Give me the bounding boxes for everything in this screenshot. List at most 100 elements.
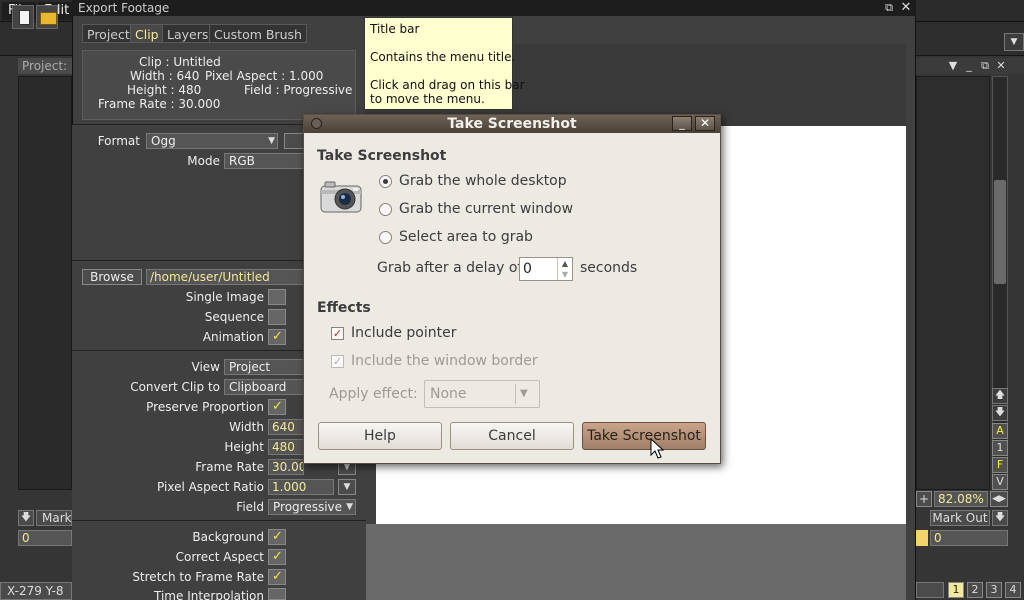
preview-footer [366, 524, 906, 600]
option-select-area-label[interactable]: Select area to grab [399, 228, 533, 246]
close-icon[interactable]: ✕ [695, 116, 715, 131]
tab-layers[interactable]: Layers [162, 24, 214, 43]
restore-icon[interactable]: ⧉ [978, 58, 992, 74]
height-field[interactable]: 480 [268, 439, 304, 455]
chevron-down-icon[interactable]: ▼ [946, 58, 960, 74]
open-folder-icon[interactable] [36, 5, 58, 29]
option-whole-desktop-label[interactable]: Grab the whole desktop [399, 172, 567, 190]
take-screenshot-dialog [303, 114, 721, 464]
pixel-aspect-chevron-down-icon[interactable]: ▼ [338, 479, 356, 495]
toolbar-dropdown-chevron-down-icon[interactable]: ▼ [1004, 33, 1024, 51]
width-field[interactable]: 640 [268, 419, 304, 435]
tooltip-text: Click and drag on this bar [370, 78, 525, 92]
page-3-button[interactable]: 3 [986, 582, 1002, 598]
zoom-in-icon[interactable]: + [916, 491, 932, 507]
pixel-aspect-ratio-field[interactable]: 1.000 [268, 479, 334, 495]
close-icon[interactable]: ✕ [994, 58, 1008, 74]
mark-in-field[interactable]: 0 [18, 530, 72, 546]
include-pointer-label[interactable]: Include pointer [351, 324, 457, 342]
mode-value: RGB [229, 154, 255, 168]
single-image-checkbox[interactable] [268, 289, 286, 305]
frame-rate-field[interactable]: 30.000 [268, 459, 304, 475]
background-label: Background [192, 530, 264, 544]
time-interpolation-checkbox[interactable] [268, 588, 286, 600]
close-icon[interactable]: ✕ [899, 1, 913, 15]
radio-select-area[interactable] [379, 231, 392, 244]
mode-select[interactable]: RGB [224, 153, 304, 169]
apply-effect-value: None [430, 386, 467, 402]
channel-v-button[interactable]: V [992, 474, 1008, 490]
tooltip: Title bar Contains the menu title. Click… [364, 17, 525, 110]
format-label: Format [97, 134, 140, 148]
restore-icon[interactable]: ⧉ [882, 1, 896, 15]
tab-custom-brush[interactable]: Custom Brush [209, 24, 307, 43]
export-footage-titlebar[interactable] [72, 0, 916, 16]
zoom-level-field[interactable]: 82.08% [934, 491, 988, 507]
channel-1-button[interactable]: 1 [992, 440, 1008, 456]
new-document-icon[interactable] [12, 5, 34, 29]
tab-project[interactable]: Project [82, 24, 135, 43]
stretch-frame-rate-checkbox[interactable] [268, 569, 286, 585]
channel-a-button[interactable]: A [992, 423, 1008, 439]
correct-aspect-label: Correct Aspect [175, 550, 264, 564]
right-panel-content[interactable] [916, 76, 990, 490]
mark-out-field[interactable]: 0 [930, 530, 1008, 546]
view-label: View [191, 360, 220, 374]
pixel-aspect-ratio-label: Pixel Aspect Ratio [157, 480, 264, 494]
tab-clip[interactable]: Clip [130, 24, 164, 43]
minimize-icon[interactable]: _ [672, 116, 692, 131]
chevron-down-icon: ▼ [268, 136, 275, 146]
page-2-button[interactable]: 2 [967, 582, 983, 598]
page-1-button[interactable]: 1 [948, 582, 964, 598]
tooltip-title: Title bar [370, 22, 420, 36]
view-value: Project [229, 360, 271, 374]
browse-button[interactable]: Browse [82, 269, 142, 285]
page-4-button[interactable]: 4 [1005, 582, 1021, 598]
option-current-window-label[interactable]: Grab the current window [399, 200, 573, 218]
field-select[interactable]: Progressive ▼ [268, 499, 356, 515]
project-panel-content[interactable] [18, 76, 72, 490]
mark-out-marker [916, 530, 928, 546]
radio-whole-desktop[interactable] [379, 175, 392, 188]
format-options-button[interactable] [284, 133, 304, 149]
export-footage-title: Export Footage [78, 1, 170, 15]
width-label: Width [229, 420, 264, 434]
apply-effect-label: Apply effect: [329, 386, 418, 402]
format-select[interactable]: Ogg ▼ [146, 133, 278, 149]
spin-up-icon[interactable]: ▲ [557, 258, 572, 269]
include-pointer-checkbox[interactable]: ✓ [331, 327, 344, 340]
take-screenshot-button[interactable]: Take Screenshot [582, 422, 706, 450]
cancel-button[interactable]: Cancel [450, 422, 574, 450]
mark-out-button[interactable]: Mark Out [930, 510, 990, 526]
correct-aspect-checkbox[interactable] [268, 549, 286, 565]
view-select[interactable]: Project [224, 359, 304, 375]
stretch-frame-rate-label: Stretch to Frame Rate [132, 570, 264, 584]
delay-label: Grab after a delay of [377, 260, 523, 276]
output-path-field[interactable]: /home/user/Untitled [146, 269, 304, 285]
animation-checkbox[interactable] [268, 329, 286, 345]
minimize-icon[interactable]: _ [962, 58, 976, 74]
arrow-up-icon[interactable]: 🡅 [992, 388, 1008, 404]
mark-in-arrow-icon[interactable]: 🡇 [18, 510, 34, 526]
scrollbar-thumb[interactable] [994, 180, 1006, 284]
spin-down-icon[interactable]: ▼ [557, 269, 572, 280]
delay-unit-label: seconds [580, 260, 638, 276]
project-panel-title[interactable]: Project: ' [18, 58, 72, 74]
background-checkbox[interactable] [268, 529, 286, 545]
divider [515, 384, 516, 404]
help-button[interactable]: Help [318, 422, 442, 450]
sequence-checkbox[interactable] [268, 309, 286, 325]
delay-value[interactable]: 0 [523, 260, 553, 278]
mark-out-arrow-icon[interactable]: 🡇 [992, 510, 1008, 526]
preserve-proportion-label: Preserve Proportion [146, 400, 264, 414]
animation-label: Animation [202, 330, 264, 344]
mark-in-button[interactable]: Mark [36, 510, 72, 526]
channel-f-button[interactable]: F [992, 457, 1008, 473]
convert-clip-select[interactable]: Clipboard [224, 379, 304, 395]
zoom-arrows-icon[interactable]: ◀▶ [990, 491, 1008, 507]
arrow-down-icon[interactable]: 🡇 [992, 405, 1008, 421]
preserve-proportion-checkbox[interactable] [268, 399, 286, 415]
dialog-title: Take Screenshot [447, 116, 577, 132]
radio-current-window[interactable] [379, 203, 392, 216]
chevron-down-icon: ▼ [520, 388, 528, 399]
